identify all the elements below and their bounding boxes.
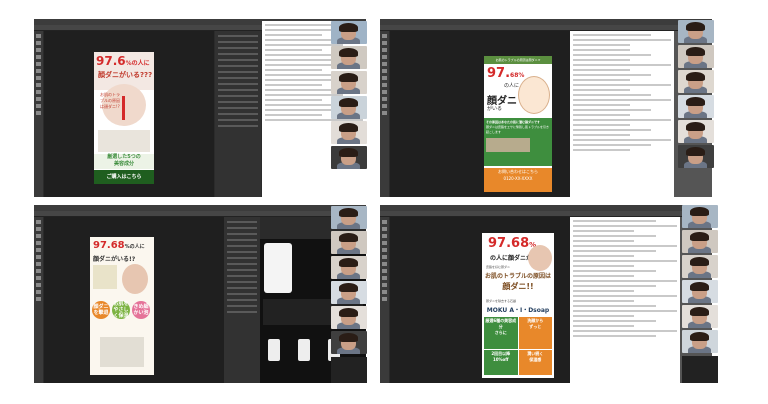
buy-button[interactable]: ご購入はこちら: [94, 170, 154, 184]
video-tile: [331, 121, 367, 144]
face-word-small: がいる: [487, 106, 503, 112]
product-photo: [486, 138, 530, 152]
video-tile: [331, 331, 367, 354]
small-text: 皮脂を好む顔ダニ: [486, 265, 511, 269]
contact-block[interactable]: お問い合わせはこちら 0120-XX-XXXX: [484, 168, 552, 192]
video-tile: [678, 70, 714, 93]
screenshot-top-left: 97.6%の人に 顔ダニがいる??? お肌のトラブルの原因は顔ダニ!? 厳選した…: [34, 19, 366, 197]
video-tile: [682, 330, 718, 353]
video-tile: [682, 305, 718, 328]
headline-number: 97.6%の人に: [96, 54, 150, 68]
video-tile: [682, 205, 718, 228]
video-tile: [331, 206, 367, 229]
video-tile: [682, 230, 718, 253]
ad-design-2: お肌のトラブルの原因は顔ダニ!? 97.68% の人に 顔ダニ がいる その原因…: [484, 56, 552, 192]
big-number: 97.68%: [487, 66, 525, 81]
video-tile: [331, 146, 367, 169]
product-name: MOKU A・I・Dsoap: [486, 307, 550, 314]
benefit-cell: 潤い続く 保湿感: [518, 349, 552, 375]
video-tile: [331, 231, 367, 254]
text-document: [570, 217, 680, 383]
video-tile: [331, 306, 367, 329]
product-image: [98, 130, 150, 152]
video-tile: [331, 71, 367, 94]
sub-text: の人に: [504, 83, 520, 89]
sub-text: 顔ダニがいる!?: [93, 256, 136, 263]
benefit-grid: 厳選6種の美容成分 さらに 洗顔から ずっと 2回目以降 10%off 潤い続く 保湿感: [484, 317, 552, 375]
cause-text: お肌のトラブルの原因は 顔ダニ!!: [484, 273, 551, 291]
circle-feature-2: お肌をやさしく保湿: [112, 301, 130, 319]
phone-mockup: [264, 243, 292, 293]
video-tile: [331, 96, 367, 119]
big-number: 97.68%の人に: [93, 240, 145, 251]
model-face: [528, 245, 552, 271]
illustrated-face: [518, 76, 550, 114]
benefit-bar: 厳選した5つの 美容成分: [94, 154, 154, 169]
toolbox: [34, 31, 43, 197]
product-image: [100, 337, 144, 367]
ad-design-3: 97.68%の人に 顔ダニがいる!? 顔ダニを撃退 お肌をやさしく保湿 きめ細か…: [90, 237, 154, 375]
headline-2: 顔ダニがいる???: [98, 71, 153, 79]
benefit-cell: 洗顔から ずっと: [518, 317, 552, 349]
toolbox: [380, 31, 389, 197]
arrow-line: [122, 96, 125, 120]
video-tile-empty: [331, 357, 367, 383]
circle-feature-3: きめ細かい泡: [132, 301, 150, 319]
bubble-text: お肌のトラブルの原因は顔ダニ!?: [100, 92, 120, 109]
video-tile: [682, 255, 718, 278]
product-thumb: [93, 265, 117, 289]
green-info-block: その原因はあなたの肌に潜む顔ダニです 顔ダニは皮脂をエサに繁殖し肌トラブルを引き…: [484, 118, 552, 166]
phone-thumb: [268, 339, 280, 361]
video-tile: [678, 45, 714, 68]
video-tile: [331, 281, 367, 304]
video-tile: [678, 120, 714, 143]
video-tile: [682, 280, 718, 303]
benefit-cell: 厳選6種の美容成分 さらに: [484, 317, 518, 349]
big-number: 97.68%: [488, 236, 537, 251]
toolbox: [34, 217, 43, 383]
screenshot-top-right: お肌のトラブルの原因は顔ダニ!? 97.68% の人に 顔ダニ がいる その原因…: [380, 19, 712, 197]
video-tile: [331, 21, 367, 44]
video-tile-empty: [682, 356, 718, 383]
top-bar: お肌のトラブルの原因は顔ダニ!?: [484, 56, 552, 64]
benefit-cell: 2回目以降 10%off: [484, 349, 518, 375]
circle-feature-1: 顔ダニを撃退: [92, 301, 110, 319]
toolbox: [380, 217, 389, 383]
layers-panel: [224, 217, 260, 383]
screenshot-bottom-right: 97.68% の人に顔ダニが!? 皮脂を好む顔ダニ お肌のトラブルの原因は 顔ダニ…: [380, 205, 712, 383]
video-tile: [678, 95, 714, 118]
screenshot-bottom-left: 97.68%の人に 顔ダニがいる!? 顔ダニを撃退 お肌をやさしく保湿 きめ細か…: [34, 205, 366, 383]
ad-design-4: 97.68% の人に顔ダニが!? 皮脂を好む顔ダニ お肌のトラブルの原因は 顔ダニ…: [482, 233, 554, 378]
text-document: [570, 31, 674, 197]
model-face: [122, 264, 148, 294]
video-tile: [678, 20, 714, 43]
ad-design-1: 97.6%の人に 顔ダニがいる??? お肌のトラブルの原因は顔ダニ!? 厳選した…: [94, 52, 154, 184]
video-tile: [678, 145, 714, 168]
video-tile: [331, 46, 367, 69]
video-tile: [331, 256, 367, 279]
small-text-2: 顔ダニを除去する石鹸: [486, 299, 517, 303]
panel-column: [215, 31, 261, 197]
phone-thumb: [298, 339, 310, 361]
